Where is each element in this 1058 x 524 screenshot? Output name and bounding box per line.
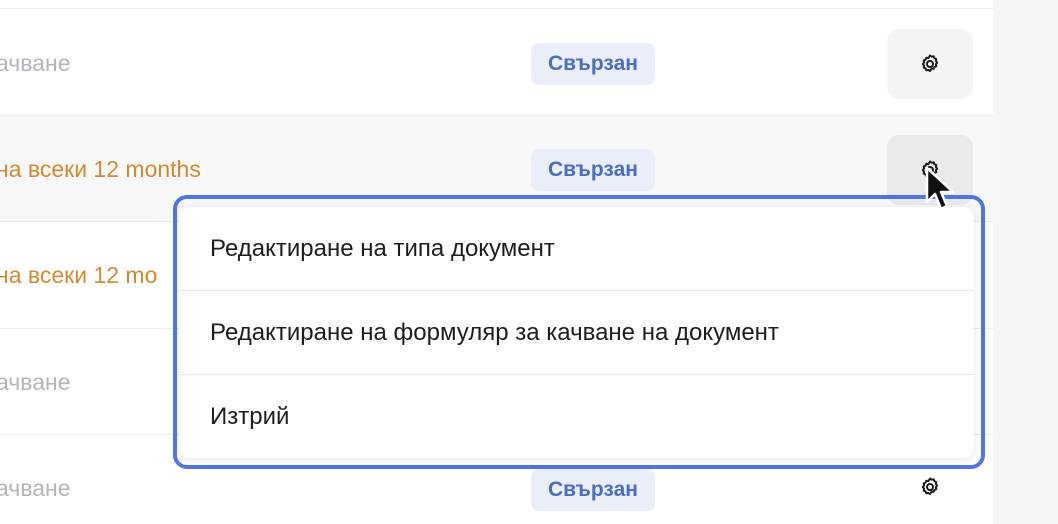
table-row: ачване Свързан (0, 8, 993, 115)
status-badge: Свързан (531, 149, 655, 191)
row-schedule-text: ачване (0, 50, 71, 76)
row-actions-menu: Редактиране на типа документ Редактиране… (179, 207, 974, 458)
row-schedule-text: на всеки 12 mo (0, 262, 158, 288)
page-side-margin (993, 0, 1058, 524)
menu-item-delete[interactable]: Изтрий (179, 374, 974, 457)
status-badge: Свързан (531, 469, 655, 511)
gear-icon (921, 54, 939, 73)
mouse-cursor-icon (925, 166, 955, 211)
row-settings-button[interactable] (887, 452, 973, 522)
row-schedule-text: ачване (0, 475, 71, 501)
menu-item-edit-upload-form[interactable]: Редактиране на формуляр за качване на до… (179, 290, 974, 373)
status-badge: Свързан (531, 43, 655, 85)
screenshot-stage: ачване Свързан на всеки 12 months Свърза… (0, 0, 1058, 524)
menu-item-edit-document-type[interactable]: Редактиране на типа документ (179, 207, 974, 290)
row-schedule-text: на всеки 12 months (0, 156, 201, 182)
row-settings-button[interactable] (887, 29, 973, 99)
gear-icon (921, 477, 939, 496)
table-row: на всеки 12 months Свързан (0, 115, 993, 221)
row-schedule-text: ачване (0, 369, 71, 395)
